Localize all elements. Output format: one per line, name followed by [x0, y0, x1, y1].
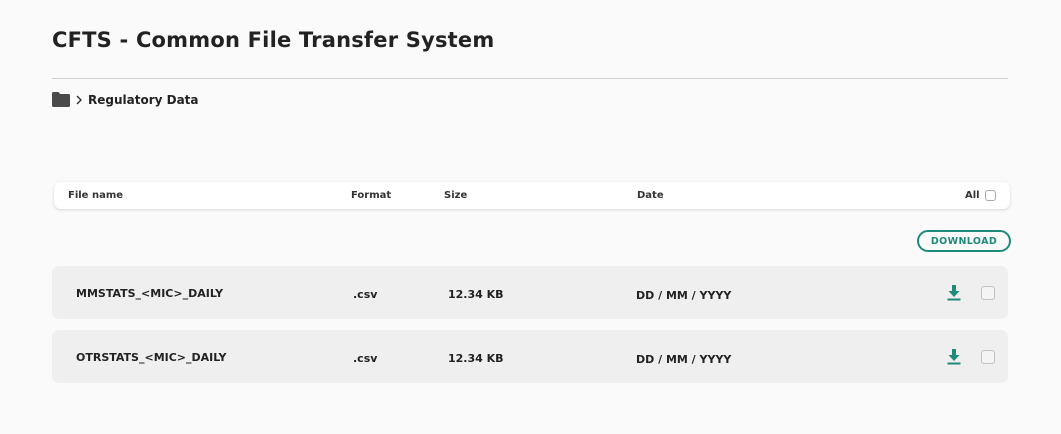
- table-row: OTRSTATS_<MIC>_DAILY .csv 12.34 KB DD / …: [52, 330, 1008, 383]
- page: CFTS - Common File Transfer System Regul…: [0, 0, 1061, 434]
- file-format: .csv: [353, 352, 378, 365]
- download-icon[interactable]: [947, 285, 961, 301]
- page-title: CFTS - Common File Transfer System: [52, 28, 495, 52]
- title-divider: [52, 78, 1008, 79]
- folder-icon[interactable]: [52, 92, 70, 107]
- breadcrumb-current: Regulatory Data: [88, 92, 199, 107]
- download-button[interactable]: DOWNLOAD: [917, 230, 1011, 252]
- breadcrumb: Regulatory Data: [52, 92, 199, 107]
- file-name: MMSTATS_<MIC>_DAILY: [76, 287, 224, 300]
- header-file-name: File name: [68, 190, 124, 201]
- file-date: DD / MM / YYYY: [636, 289, 732, 302]
- select-all-checkbox[interactable]: [985, 190, 996, 201]
- table-row: MMSTATS_<MIC>_DAILY .csv 12.34 KB DD / M…: [52, 266, 1008, 319]
- download-icon[interactable]: [947, 349, 961, 365]
- row-checkbox[interactable]: [981, 286, 995, 300]
- row-checkbox[interactable]: [981, 350, 995, 364]
- chevron-right-icon: [75, 95, 83, 105]
- table-header: File name Format Size Date All: [54, 182, 1010, 209]
- header-format: Format: [351, 190, 392, 201]
- file-size: 12.34 KB: [448, 352, 504, 365]
- header-date: Date: [637, 190, 664, 201]
- file-name: OTRSTATS_<MIC>_DAILY: [76, 351, 227, 364]
- select-all-label: All: [965, 190, 980, 201]
- file-date: DD / MM / YYYY: [636, 353, 732, 366]
- header-size: Size: [444, 190, 468, 201]
- file-format: .csv: [353, 288, 378, 301]
- file-size: 12.34 KB: [448, 288, 504, 301]
